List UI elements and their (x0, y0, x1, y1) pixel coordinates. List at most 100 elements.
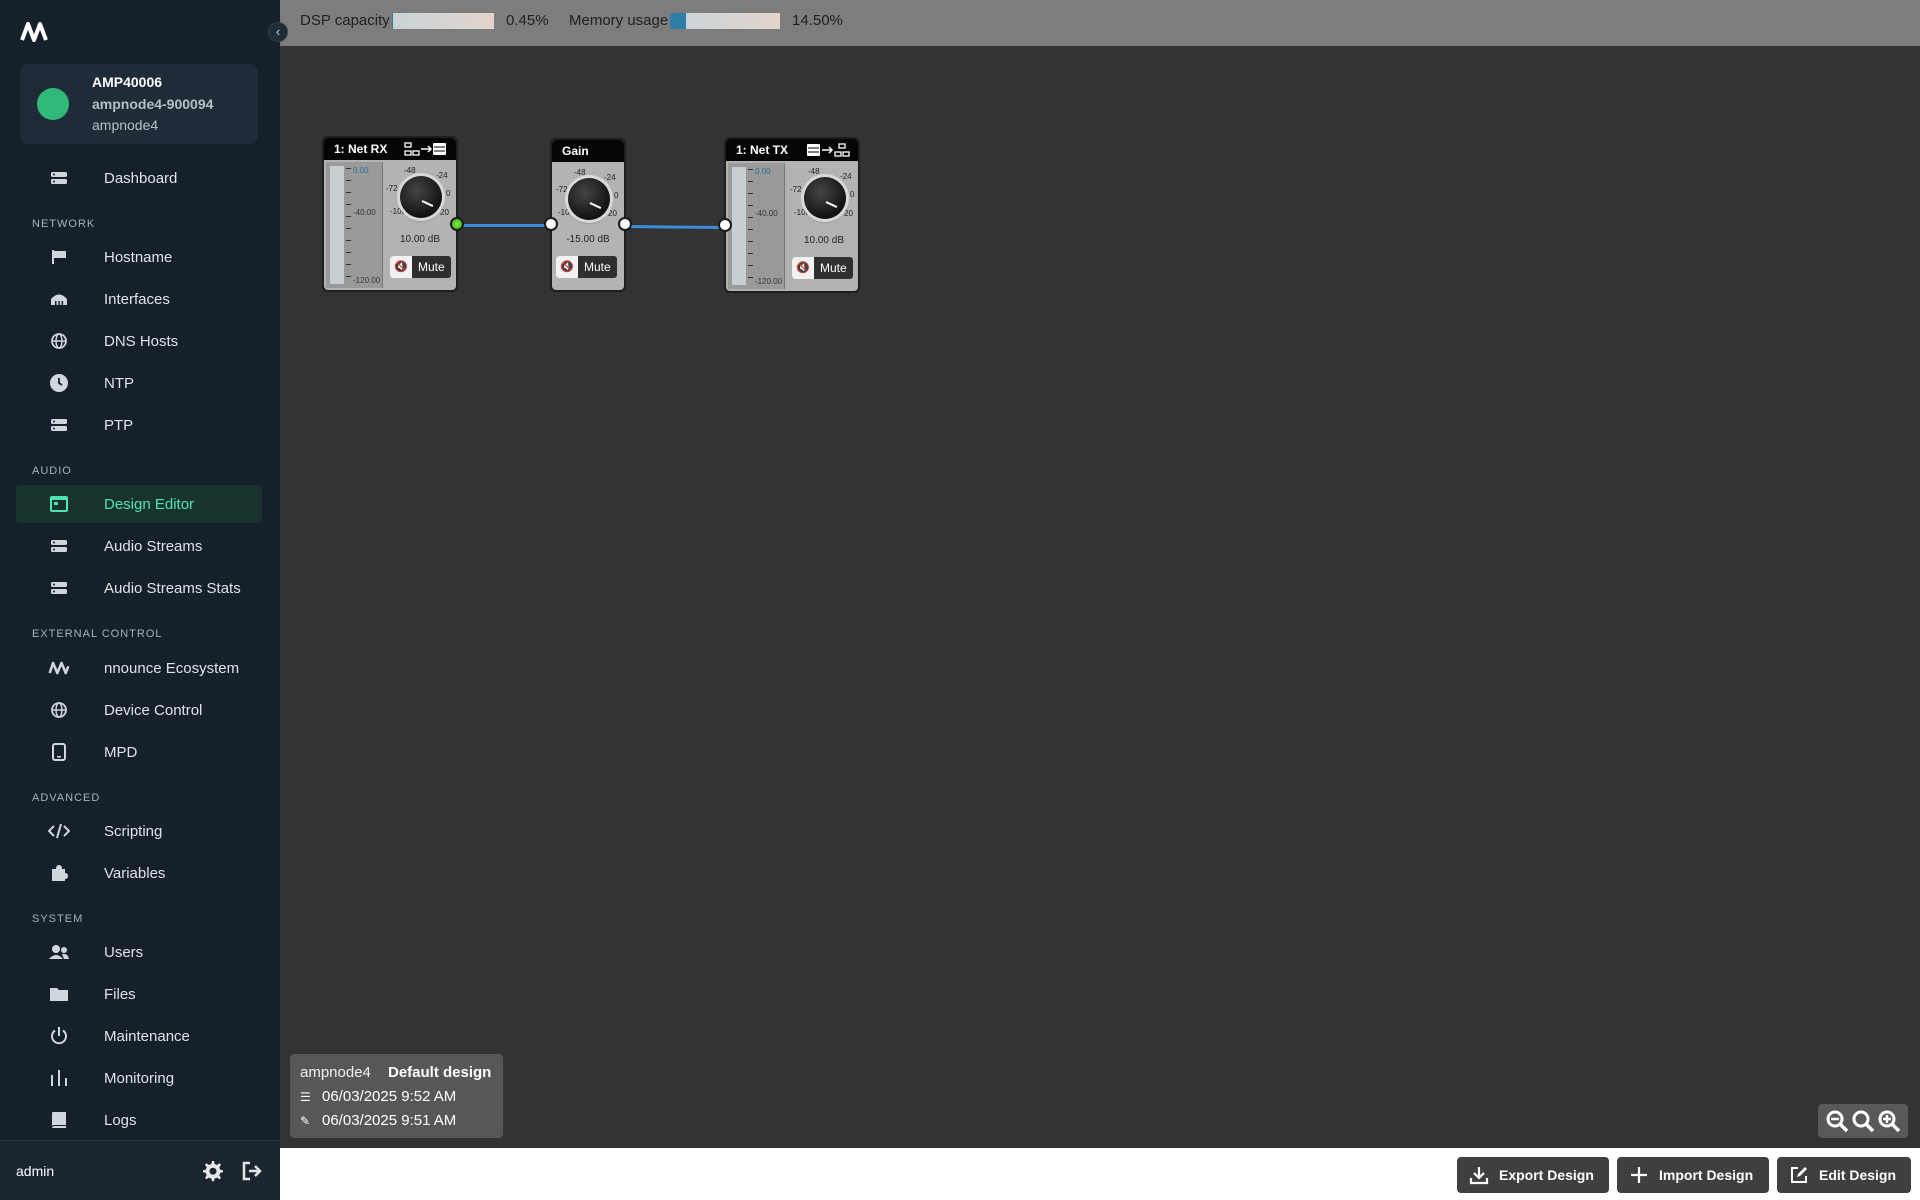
input-port[interactable] (718, 218, 732, 232)
section-advanced: ADVANCED (32, 792, 101, 804)
edit-design-button[interactable]: Edit Design (1777, 1157, 1911, 1193)
sidebar-item-label: Logs (104, 1111, 137, 1129)
mute-button[interactable]: 🔇 Mute (390, 256, 451, 278)
sidebar-item-logs[interactable]: Logs (16, 1101, 262, 1139)
sidebar-item-variables[interactable]: Variables (16, 854, 262, 892)
sidebar-item-audio-streams-stats[interactable]: Audio Streams Stats (16, 569, 262, 607)
speaker-mute-icon: 🔇 (792, 257, 814, 279)
server-icon (48, 167, 70, 189)
gain-knob[interactable] (804, 177, 846, 219)
user-bar: admin (0, 1140, 280, 1200)
mute-button[interactable]: 🔇 Mute (556, 256, 617, 278)
created-date: 06/03/2025 9:51 AM (322, 1112, 457, 1129)
book-icon (48, 1109, 70, 1131)
export-design-button[interactable]: Export Design (1457, 1157, 1609, 1193)
sidebar-item-scripting[interactable]: Scripting (16, 812, 262, 850)
meter-mid-label: -40.00 (755, 209, 778, 218)
zoom-reset-icon[interactable] (1851, 1109, 1875, 1133)
sidebar-item-ptp[interactable]: PTP (16, 406, 262, 444)
sidebar-item-label: Variables (104, 864, 166, 882)
network-icon (48, 288, 70, 310)
sidebar-item-ntp[interactable]: NTP (16, 364, 262, 402)
wire-gain-nettx[interactable] (625, 225, 723, 230)
gain-knob[interactable] (568, 178, 610, 220)
sidebar-item-maintenance[interactable]: Maintenance (16, 1017, 262, 1055)
zoom-controls (1818, 1104, 1908, 1138)
sidebar-item-label: Maintenance (104, 1027, 190, 1045)
sidebar-item-dashboard[interactable]: Dashboard (16, 159, 262, 197)
memory-usage-label: Memory usage (569, 12, 669, 29)
block-net-tx[interactable]: 1: Net TX 0.00 -40.00 -120.00 -48 -24 -7… (726, 139, 858, 291)
sidebar-item-files[interactable]: Files (16, 975, 262, 1013)
device-hostname: ampnode4-900094 (92, 96, 214, 112)
meter-max-label: 0.00 (353, 166, 369, 175)
meter-min-label: -120.00 (353, 276, 381, 285)
collapse-sidebar-button[interactable]: ‹ (268, 22, 288, 42)
sidebar-item-audio-streams[interactable]: Audio Streams (16, 527, 262, 565)
sidebar-item-design-editor[interactable]: Design Editor (16, 485, 262, 523)
pencil-icon: ✎ (300, 1113, 311, 1128)
zoom-out-icon[interactable] (1825, 1109, 1849, 1133)
resource-bar: DSP capacity 0.45% Memory usage 14.50% (280, 0, 1920, 46)
speaker-mute-icon: 🔇 (556, 256, 578, 278)
gear-icon[interactable] (200, 1159, 224, 1183)
sidebar-item-label: Dashboard (104, 169, 178, 187)
memory-usage-value: 14.50% (792, 12, 843, 29)
logo-icon[interactable] (20, 20, 50, 44)
section-audio: AUDIO (32, 465, 72, 477)
block-gain[interactable]: Gain -48 -24 -72 0 -100 20 -15.00 dB 🔇 M… (552, 140, 624, 290)
block-title: 1: Net RX (324, 138, 456, 160)
dsp-capacity-value: 0.45% (506, 12, 549, 29)
sidebar-item-dns-hosts[interactable]: DNS Hosts (16, 322, 262, 360)
meter-min-label: -120.00 (755, 277, 783, 286)
gain-knob[interactable] (400, 176, 442, 218)
download-icon (1469, 1167, 1489, 1185)
server-icon (48, 535, 70, 557)
bars-icon (48, 1067, 70, 1089)
edit-icon (1791, 1167, 1807, 1183)
import-design-button[interactable]: Import Design (1617, 1157, 1769, 1193)
memory-usage-fill (670, 13, 686, 29)
level-meter: 0.00 -40.00 -120.00 (728, 163, 785, 289)
sidebar-item-users[interactable]: Users (16, 933, 262, 971)
output-port[interactable] (618, 217, 632, 231)
device-card[interactable]: AMP40006 ampnode4-900094 ampnode4 (20, 64, 258, 144)
puzzle-icon (48, 862, 70, 884)
sidebar-item-device-control[interactable]: Device Control (16, 691, 262, 729)
sidebar-item-label: MPD (104, 743, 138, 761)
design-host: ampnode4 (300, 1064, 371, 1081)
dsp-capacity-bar (392, 13, 494, 29)
meter-track (330, 166, 344, 284)
level-meter: 0.00 -40.00 -120.00 (326, 162, 383, 288)
mute-button[interactable]: 🔇 Mute (792, 257, 853, 279)
network-to-device-icon (404, 142, 446, 156)
wire-netrx-gain[interactable] (458, 224, 552, 227)
zoom-in-icon[interactable] (1877, 1109, 1901, 1133)
gain-control: -48 -24 -72 0 -100 20 -15.00 dB 🔇 Mute (552, 164, 624, 292)
created-row: ✎ 06/03/2025 9:51 AM (300, 1112, 456, 1129)
logout-icon[interactable] (240, 1159, 264, 1183)
section-system: SYSTEM (32, 913, 84, 925)
sidebar-item-nnounce-ecosystem[interactable]: nnounce Ecosystem (16, 649, 262, 687)
block-net-rx[interactable]: 1: Net RX 0.00 -40.00 -120.00 -48 -24 -7… (324, 138, 456, 290)
input-port[interactable] (544, 217, 558, 231)
output-port[interactable] (450, 217, 464, 231)
sidebar-item-hostname[interactable]: Hostname (16, 238, 262, 276)
modified-date: 06/03/2025 9:52 AM (322, 1088, 457, 1105)
sidebar-item-interfaces[interactable]: Interfaces (16, 280, 262, 318)
clock-icon (48, 372, 70, 394)
status-indicator (37, 88, 69, 120)
logo-icon (48, 657, 70, 679)
sidebar-item-label: Users (104, 943, 144, 961)
sidebar-item-mpd[interactable]: MPD (16, 733, 262, 771)
sidebar-item-label: Scripting (104, 822, 163, 840)
sidebar-item-label: Files (104, 985, 136, 1003)
block-title: Gain (552, 140, 624, 162)
design-canvas[interactable]: 1: Net RX 0.00 -40.00 -120.00 -48 -24 -7… (280, 46, 1920, 1148)
globe-icon (48, 330, 70, 352)
flag-icon (48, 246, 70, 268)
sliders-icon: ☰ (300, 1089, 311, 1104)
plus-icon (1631, 1167, 1647, 1183)
meter-max-label: 0.00 (755, 167, 771, 176)
sidebar-item-monitoring[interactable]: Monitoring (16, 1059, 262, 1097)
